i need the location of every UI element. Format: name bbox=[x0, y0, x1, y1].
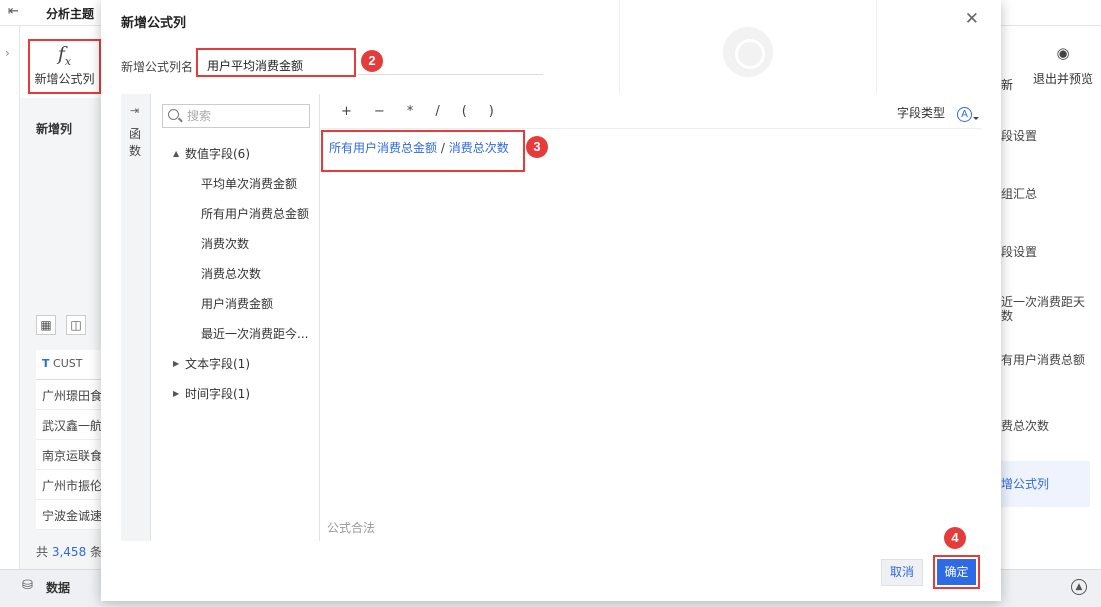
step-item[interactable]: 段设置 bbox=[1001, 245, 1089, 259]
text-type-icon: T bbox=[42, 357, 50, 370]
annotation-badge-4: 4 bbox=[944, 527, 966, 549]
plus-operator[interactable]: + bbox=[341, 104, 352, 119]
table-row[interactable]: 广州市振伦 bbox=[36, 470, 106, 500]
table-row[interactable]: 广州璟田食 bbox=[36, 380, 106, 410]
divide-operator[interactable]: / bbox=[435, 104, 439, 119]
table-header-label: CUST bbox=[53, 357, 83, 370]
column-name-input[interactable]: 用户平均消费金额 bbox=[196, 48, 356, 77]
data-tab[interactable]: 数据 bbox=[46, 579, 70, 596]
function-rail[interactable]: ⇥ 函数 bbox=[121, 94, 151, 541]
left-rail: › bbox=[0, 26, 20, 596]
multiply-operator[interactable]: * bbox=[407, 104, 414, 119]
grid-view-icon[interactable]: ▦ bbox=[36, 315, 56, 335]
tree-group-label: 数值字段(6) bbox=[185, 147, 250, 161]
table-row[interactable]: 宁波金诚速 bbox=[36, 500, 106, 530]
new-formula-column-dialog: 新增公式列 ✕ 新增公式列名 用户平均消费金额 2 ⇥ 函数 搜索 ▲ 数值字段(… bbox=[101, 0, 1001, 601]
field-type-selector[interactable]: 字段类型 A bbox=[896, 104, 979, 122]
caret-down-icon: ▲ bbox=[173, 149, 180, 158]
formula-editor: ⇥ 函数 搜索 ▲ 数值字段(6) 平均单次消费金额 所有用户消费总金额 消费次数… bbox=[121, 94, 982, 541]
close-icon[interactable]: ✕ bbox=[965, 9, 979, 29]
table-header[interactable]: T CUST bbox=[36, 350, 106, 380]
right-toolbar: 新 ◉ 退出并预览 bbox=[998, 44, 1101, 94]
field-item[interactable]: 最近一次消费距今... bbox=[151, 320, 320, 350]
data-table: T CUST 广州璟田食 武汉鑫一航 南京运联食 广州市振伦 宁波金诚速 bbox=[36, 350, 106, 530]
step-item[interactable]: 有用户消费总额 bbox=[1001, 353, 1089, 367]
tree-group-label: 时间字段(1) bbox=[185, 387, 250, 401]
field-type-icon[interactable]: A bbox=[957, 107, 979, 122]
field-item[interactable]: 平均单次消费金额 bbox=[151, 170, 320, 200]
tree-group-time[interactable]: ▶ 时间字段(1) bbox=[151, 380, 320, 410]
layout-view-icon[interactable]: ◫ bbox=[66, 315, 86, 335]
new-formula-column-label: 新增公式列 bbox=[34, 71, 95, 86]
new-column-heading: 新增列 bbox=[36, 122, 73, 136]
caret-right-icon: ▶ bbox=[173, 359, 180, 368]
field-tree: ▲ 数值字段(6) 平均单次消费金额 所有用户消费总金额 消费次数 消费总次数 用… bbox=[151, 140, 320, 410]
app-title: 分析主题 bbox=[46, 7, 95, 21]
field-item[interactable]: 用户消费金额 bbox=[151, 290, 320, 320]
confirm-highlight: 确定 bbox=[933, 555, 980, 589]
tree-group-numeric[interactable]: ▲ 数值字段(6) bbox=[151, 140, 320, 170]
search-placeholder: 搜索 bbox=[187, 109, 212, 123]
table-row[interactable]: 武汉鑫一航 bbox=[36, 410, 106, 440]
column-name-label: 新增公式列名 bbox=[121, 60, 194, 74]
view-toggle: ▦ ◫ bbox=[36, 315, 96, 335]
dialog-title: 新增公式列 bbox=[121, 16, 187, 31]
step-item[interactable]: 近一次消费距天数 bbox=[1001, 295, 1089, 323]
annotation-badge-3: 3 bbox=[526, 136, 548, 158]
formula-area: + − * / () 字段类型 A 所有用户消费总金额 / 消费总次数 公式合法 bbox=[321, 94, 982, 541]
expression-operator: / bbox=[437, 141, 449, 155]
input-underline bbox=[358, 74, 543, 75]
tree-group-text[interactable]: ▶ 文本字段(1) bbox=[151, 350, 320, 380]
logout-icon[interactable]: ⇤ bbox=[8, 4, 19, 19]
formula-status: 公式合法 bbox=[327, 521, 376, 535]
formula-icon: fx bbox=[57, 43, 72, 68]
exit-preview-button[interactable]: ◉ 退出并预览 bbox=[1028, 44, 1098, 87]
close-paren-operator[interactable]: ) bbox=[489, 104, 494, 119]
open-paren-operator[interactable]: ( bbox=[462, 104, 467, 119]
row-count-prefix: 共 bbox=[36, 545, 49, 559]
step-item[interactable]: 段设置 bbox=[1001, 129, 1089, 143]
chevron-up-icon[interactable]: ▲ bbox=[1071, 579, 1087, 595]
field-item[interactable]: 所有用户消费总金额 bbox=[151, 200, 320, 230]
search-icon bbox=[168, 109, 179, 120]
preview-icon: ◉ bbox=[1056, 44, 1070, 62]
expand-icon[interactable]: ⇥ bbox=[130, 104, 139, 117]
new-formula-column-button[interactable]: fx 新增公式列 bbox=[28, 39, 101, 94]
exit-preview-label: 退出并预览 bbox=[1032, 72, 1093, 86]
step-item[interactable]: 增公式列 bbox=[1001, 477, 1089, 491]
function-tab[interactable]: 函数 bbox=[129, 126, 143, 160]
chevron-right-icon[interactable]: › bbox=[5, 46, 10, 60]
row-count-number: 3,458 bbox=[51, 545, 87, 559]
annotation-badge-2: 2 bbox=[361, 50, 383, 72]
cancel-button[interactable]: 取消 bbox=[881, 559, 923, 586]
step-item[interactable]: 组汇总 bbox=[1001, 187, 1089, 201]
caret-right-icon: ▶ bbox=[173, 389, 180, 398]
field-item[interactable]: 消费总次数 bbox=[151, 260, 320, 290]
minus-operator[interactable]: − bbox=[374, 104, 385, 119]
expression-field[interactable]: 所有用户消费总金额 bbox=[329, 141, 437, 155]
step-item[interactable]: 费总次数 bbox=[1001, 419, 1089, 433]
tree-group-label: 文本字段(1) bbox=[185, 357, 250, 371]
globe-icon bbox=[723, 27, 773, 77]
field-item[interactable]: 消费次数 bbox=[151, 230, 320, 260]
confirm-button[interactable]: 确定 bbox=[937, 559, 976, 585]
row-count: 共 3,458 条数 bbox=[36, 543, 106, 560]
formula-expression-input[interactable]: 所有用户消费总金额 / 消费总次数 bbox=[321, 130, 525, 172]
table-row[interactable]: 南京运联食 bbox=[36, 440, 106, 470]
field-panel: 搜索 ▲ 数值字段(6) 平均单次消费金额 所有用户消费总金额 消费次数 消费总次… bbox=[151, 94, 320, 541]
field-type-label: 字段类型 bbox=[896, 106, 945, 120]
divider bbox=[321, 128, 982, 129]
expression-field[interactable]: 消费总次数 bbox=[449, 141, 509, 155]
refresh-label[interactable]: 新 bbox=[1001, 76, 1013, 93]
database-icon: ⛁ bbox=[22, 578, 33, 593]
operator-bar: + − * / () bbox=[341, 104, 516, 119]
field-search-input[interactable]: 搜索 bbox=[162, 104, 310, 128]
